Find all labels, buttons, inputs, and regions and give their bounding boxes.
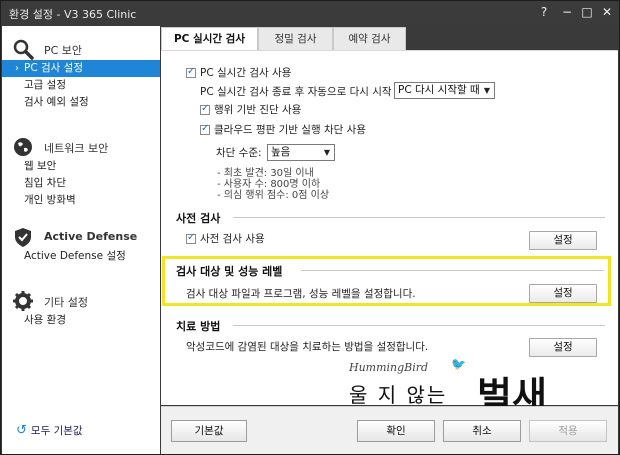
criteria-suspicion-score: - 의심 행위 점수: 0점 이상 bbox=[217, 190, 330, 201]
nav-head-active-defense: Active Defense bbox=[2, 222, 160, 248]
sidebar-item-scan-exclusions[interactable]: 검사 예외 설정 bbox=[2, 94, 160, 111]
footer-bar: 기본값 확인 취소 적용 bbox=[161, 406, 618, 454]
globe-icon bbox=[14, 138, 32, 156]
restore-icon: ↺ bbox=[16, 423, 27, 438]
tab-precise-scan[interactable]: 정밀 검사 bbox=[258, 27, 333, 50]
sidebar-item-advanced-settings[interactable]: 고급 설정 bbox=[2, 77, 160, 94]
close-button[interactable]: ✕ bbox=[597, 3, 617, 21]
pre-scan-label: 사전 검사 사용 bbox=[200, 233, 265, 245]
cancel-button[interactable]: 취소 bbox=[443, 420, 521, 442]
section-divider bbox=[233, 217, 605, 218]
behavior-detection-label: 행위 기반 진단 사용 bbox=[214, 104, 302, 116]
sidebar-item-web-security[interactable]: 웹 보안 bbox=[2, 158, 160, 175]
magnifier-icon bbox=[13, 39, 34, 60]
chevron-down-icon: ▼ bbox=[483, 86, 490, 95]
nav-group-label: 기타 설정 bbox=[44, 296, 88, 309]
tab-bar: PC 실시간 검사 정밀 검사 예약 검사 bbox=[161, 26, 618, 51]
gear-icon bbox=[13, 291, 33, 311]
nav-group-label: Active Defense bbox=[44, 230, 138, 243]
tab-realtime-scan[interactable]: PC 실시간 검사 bbox=[161, 27, 258, 51]
sidebar-item-pc-scan-settings[interactable]: › PC 검사 설정 bbox=[2, 60, 160, 77]
scan-target-settings-button[interactable]: 설정 bbox=[529, 284, 597, 303]
auto-restart-label: PC 실시간 검사 종료 후 자동으로 다시 시작 bbox=[200, 86, 392, 98]
ok-button[interactable]: 확인 bbox=[357, 420, 435, 442]
default-button[interactable]: 기본값 bbox=[171, 420, 247, 442]
tab-content: PC 실시간 검사 사용 PC 실시간 검사 종료 후 자동으로 다시 시작 P… bbox=[161, 50, 618, 418]
treatment-section-title: 치료 방법 bbox=[176, 320, 221, 333]
pre-scan-checkbox[interactable] bbox=[186, 232, 196, 244]
nav-group-network-security: 네트워크 보안 웹 보안 침입 차단 개인 방화벽 bbox=[2, 132, 160, 209]
restart-timing-select[interactable]: PC 다시 시작할 때 ▼ bbox=[394, 82, 495, 99]
realtime-scan-label: PC 실시간 검사 사용 bbox=[200, 67, 292, 79]
maximize-button[interactable]: □ bbox=[577, 3, 597, 21]
watermark-brand: HummingBird bbox=[349, 361, 429, 374]
section-divider bbox=[301, 270, 604, 271]
treatment-description: 악성코드에 감염된 대상을 치료하는 방법을 설정합니다. bbox=[186, 341, 429, 353]
nav-group-active-defense: Active Defense Active Defense 설정 bbox=[2, 222, 160, 265]
title-bar[interactable]: 환경 설정 - V3 365 Clinic ? − □ ✕ bbox=[1, 1, 619, 25]
help-button[interactable]: ? bbox=[534, 3, 554, 21]
section-divider bbox=[233, 325, 605, 326]
cloud-reputation-label: 클라우드 평판 기반 실행 차단 사용 bbox=[214, 124, 366, 136]
block-level-label: 차단 수준: bbox=[216, 147, 262, 159]
pre-scan-settings-button[interactable]: 설정 bbox=[529, 231, 597, 250]
pre-scan-section-title: 사전 검사 bbox=[176, 212, 221, 225]
sidebar-item-label: PC 검사 설정 bbox=[24, 62, 83, 74]
bird-icon: 🐦 bbox=[451, 357, 466, 371]
sidebar-item-intrusion-block[interactable]: 침입 차단 bbox=[2, 175, 160, 192]
main-panel: PC 실시간 검사 정밀 검사 예약 검사 PC 실시간 검사 사용 PC 실시… bbox=[161, 26, 618, 454]
chevron-down-icon: ▼ bbox=[323, 148, 330, 157]
nav-group-pc-security: PC 보안 › PC 검사 설정 고급 설정 검사 예외 설정 bbox=[2, 34, 160, 111]
restore-all-defaults-link[interactable]: ↺ 모두 기본값 bbox=[16, 423, 83, 438]
settings-window: 환경 설정 - V3 365 Clinic ? − □ ✕ PC 보안 › PC… bbox=[0, 0, 620, 455]
cloud-reputation-checkbox[interactable] bbox=[200, 123, 210, 135]
block-level-select[interactable]: 높음 ▼ bbox=[267, 144, 335, 161]
nav-head-other-settings: 기타 설정 bbox=[2, 286, 160, 312]
block-level-value: 높음 bbox=[271, 146, 291, 158]
sidebar: PC 보안 › PC 검사 설정 고급 설정 검사 예외 설정 네트워크 보안 … bbox=[2, 26, 160, 454]
active-bullet-icon: › bbox=[15, 63, 19, 74]
apply-button[interactable]: 적용 bbox=[529, 420, 607, 442]
minimize-button[interactable]: − bbox=[557, 3, 577, 21]
nav-group-label: PC 보안 bbox=[44, 44, 83, 57]
sidebar-item-usage-environment[interactable]: 사용 환경 bbox=[2, 312, 160, 329]
scan-target-section-title: 검사 대상 및 성능 레벨 bbox=[176, 265, 283, 278]
watermark-slogan-small: 울 지 않는 bbox=[349, 383, 448, 407]
behavior-detection-checkbox[interactable] bbox=[200, 103, 210, 115]
nav-group-label: 네트워크 보안 bbox=[44, 142, 109, 155]
nav-group-other-settings: 기타 설정 사용 환경 bbox=[2, 286, 160, 329]
nav-head-pc-security: PC 보안 bbox=[2, 34, 160, 60]
nav-head-network-security: 네트워크 보안 bbox=[2, 132, 160, 158]
scan-target-description: 검사 대상 파일과 프로그램, 성능 레벨을 설정합니다. bbox=[186, 288, 416, 300]
sidebar-item-active-defense-settings[interactable]: Active Defense 설정 bbox=[2, 248, 160, 265]
shield-check-icon bbox=[15, 228, 31, 247]
treatment-settings-button[interactable]: 설정 bbox=[529, 338, 597, 357]
sidebar-item-personal-firewall[interactable]: 개인 방화벽 bbox=[2, 192, 160, 209]
tab-scheduled-scan[interactable]: 예약 검사 bbox=[333, 27, 406, 50]
restore-defaults-label: 모두 기본값 bbox=[30, 425, 83, 437]
window-title: 환경 설정 - V3 365 Clinic bbox=[9, 8, 137, 21]
realtime-scan-checkbox[interactable] bbox=[186, 66, 196, 78]
restart-timing-value: PC 다시 시작할 때 bbox=[398, 84, 480, 96]
